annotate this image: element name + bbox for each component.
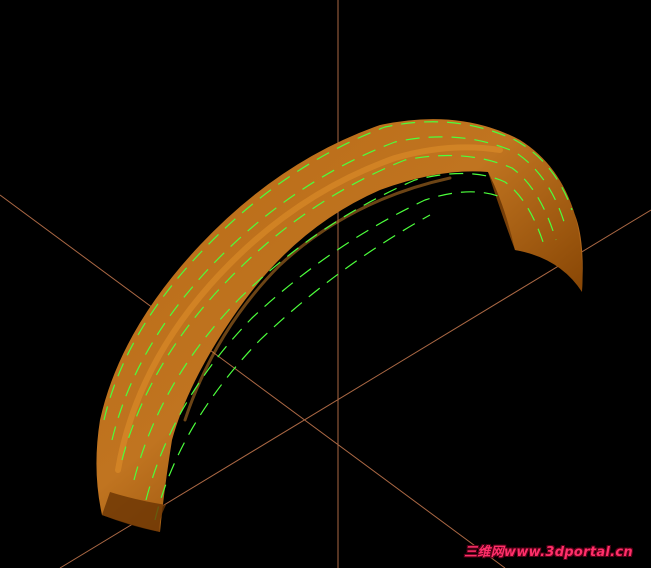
viewport-canvas <box>0 0 651 568</box>
watermark-text: 三维网www.3dportal.cn <box>464 545 633 560</box>
3d-viewport[interactable]: 三维网www.3dportal.cn <box>0 0 651 568</box>
